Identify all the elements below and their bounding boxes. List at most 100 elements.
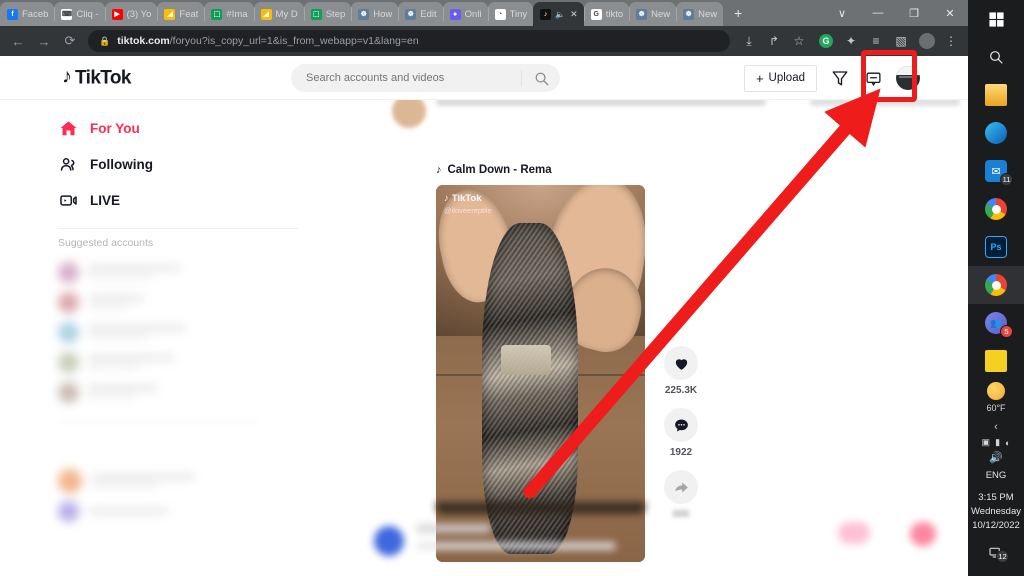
search-input[interactable] [291, 72, 521, 84]
list-item[interactable] [58, 496, 340, 526]
wifi-icon[interactable]: ◐ [1005, 438, 1010, 448]
taskbar-item[interactable]: ✉ 11 [968, 152, 1024, 190]
file-explorer-icon [985, 84, 1007, 106]
browser-tab[interactable]: ⬚ #Ima [204, 2, 254, 26]
taskbar-item[interactable] [968, 342, 1024, 380]
reading-list-icon[interactable]: ≡ [865, 30, 887, 52]
inbox-button[interactable] [830, 68, 850, 88]
browser-tab[interactable]: ◢ Feat [157, 2, 205, 26]
globe-icon: ☸ [405, 8, 417, 20]
action-button[interactable] [910, 522, 936, 546]
tiktok-logo[interactable]: ♪ TikTok [62, 67, 131, 88]
taskbar-item[interactable] [968, 190, 1024, 228]
taskbar-item[interactable] [968, 76, 1024, 114]
browser-tab[interactable]: ◔ Tiny [487, 2, 534, 26]
chrome-center [991, 204, 1001, 214]
tabs-container: f Faceb ⌨ Cliq - ▶ (3) Yo ◢ Feat ⬚ #Ima ◢ My D ⬚ Step… [0, 2, 724, 26]
post-author-name [416, 524, 491, 533]
list-item[interactable] [58, 377, 340, 407]
list-item[interactable] [58, 317, 340, 347]
tab-close-icon[interactable]: ✕ [570, 9, 578, 20]
share-button[interactable] [664, 470, 698, 504]
window-minimize-button[interactable]: — [860, 0, 896, 26]
list-item[interactable] [58, 466, 340, 496]
list-item[interactable] [58, 347, 340, 377]
show-hidden-icons-button[interactable]: ‹ [994, 421, 998, 433]
next-post-blurred [340, 502, 968, 576]
taskbar-item[interactable] [968, 266, 1024, 304]
account-name [88, 385, 158, 391]
sidebar-item-following[interactable]: Following [58, 146, 340, 182]
account-handle [88, 364, 140, 369]
battery-icon[interactable]: ▮ [995, 437, 1000, 448]
extension-puzzle-icon[interactable]: ✦ [840, 30, 862, 52]
weather-widget[interactable]: 60°F [986, 382, 1006, 413]
browser-tab[interactable]: ☸ New [676, 2, 724, 26]
browser-tab[interactable]: ☸ Edit [398, 2, 443, 26]
address-bar[interactable]: 🔒 tiktok.com/foryou?is_copy_url=1&is_fro… [88, 30, 730, 52]
browser-tab[interactable]: ▶ (3) Yo [104, 2, 158, 26]
taskbar-search-button[interactable] [968, 38, 1024, 76]
google-sheets-icon: ⬚ [211, 8, 223, 20]
browser-tab[interactable]: ☸ New [629, 2, 677, 26]
post-music-row[interactable]: ♪ Calm Down - Rema [436, 164, 552, 176]
forward-button[interactable]: → [32, 29, 56, 53]
share-icon[interactable]: ↱ [763, 30, 785, 52]
profile-avatar-icon[interactable] [919, 33, 935, 49]
messages-button[interactable] [863, 68, 883, 88]
screen-share-icon[interactable]: ▣ [982, 437, 991, 448]
browser-tab[interactable]: ♪ 🔈 ✕ [533, 2, 584, 26]
search-button[interactable] [522, 64, 560, 92]
browser-tab[interactable]: ◢ My D [253, 2, 304, 26]
account-name [88, 265, 180, 271]
list-item[interactable] [58, 287, 340, 317]
like-button[interactable] [664, 346, 698, 380]
start-button[interactable] [968, 0, 1024, 38]
chrome-menu-icon[interactable]: ⋮ [940, 30, 962, 52]
window-maximize-button[interactable]: ❐ [896, 0, 932, 26]
search-bar[interactable] [291, 64, 560, 92]
notification-center-button[interactable]: 12 [988, 545, 1009, 563]
list-item[interactable] [58, 257, 340, 287]
follow-button[interactable] [838, 522, 870, 544]
account-text [88, 295, 144, 309]
taskbar-item[interactable]: 👥 5 [968, 304, 1024, 342]
install-app-icon[interactable]: ⤓ [738, 30, 760, 52]
browser-tab[interactable]: f Faceb [0, 2, 55, 26]
grammarly-icon[interactable]: G [819, 34, 833, 48]
new-tab-button[interactable]: + [727, 3, 749, 25]
tab-search-dropdown-button[interactable]: ∨ [824, 0, 860, 26]
comment-button[interactable] [664, 408, 698, 442]
windows-start-icon [988, 11, 1004, 27]
plus-icon: + [755, 70, 764, 86]
window-close-button[interactable]: ✕ [932, 0, 968, 26]
post-header-blurred [340, 100, 968, 148]
avatar [58, 321, 79, 343]
browser-tab[interactable]: ☸ How [351, 2, 399, 26]
sidebar-item-for-you[interactable]: For You [58, 110, 340, 146]
avatar [58, 500, 79, 522]
browser-tab[interactable]: ⌨ Cliq - [54, 2, 105, 26]
volume-icon[interactable]: 🔊 [989, 451, 1003, 464]
language-indicator[interactable]: ENG [986, 470, 1007, 481]
reload-button[interactable]: ⟳ [58, 29, 82, 53]
side-panel-icon[interactable]: ▧ [890, 30, 912, 52]
tab-mute-icon[interactable]: 🔈 [555, 10, 565, 19]
taskbar-item[interactable] [968, 114, 1024, 152]
sidebar-item-live[interactable]: LIVE [58, 182, 340, 218]
post-author-avatar[interactable] [392, 100, 426, 128]
account-text [91, 474, 195, 488]
globe-icon: ☸ [636, 8, 648, 20]
taskbar-item[interactable]: Ps [968, 228, 1024, 266]
upload-button[interactable]: + Upload [743, 64, 817, 92]
clock-widget[interactable]: 3:15 PM Wednesday 10/12/2022 [971, 491, 1021, 533]
browser-tab[interactable]: Gtikto [583, 2, 630, 26]
back-button[interactable]: ← [6, 29, 30, 53]
browser-tab[interactable]: ● Onli [442, 2, 488, 26]
avatar[interactable] [374, 526, 404, 556]
browser-tab[interactable]: ⬚ Step [303, 2, 352, 26]
tab-label: Tiny [509, 8, 528, 20]
profile-avatar-button[interactable] [896, 66, 920, 90]
clock-day: Wednesday [971, 506, 1021, 517]
bookmark-star-icon[interactable]: ☆ [788, 30, 810, 52]
